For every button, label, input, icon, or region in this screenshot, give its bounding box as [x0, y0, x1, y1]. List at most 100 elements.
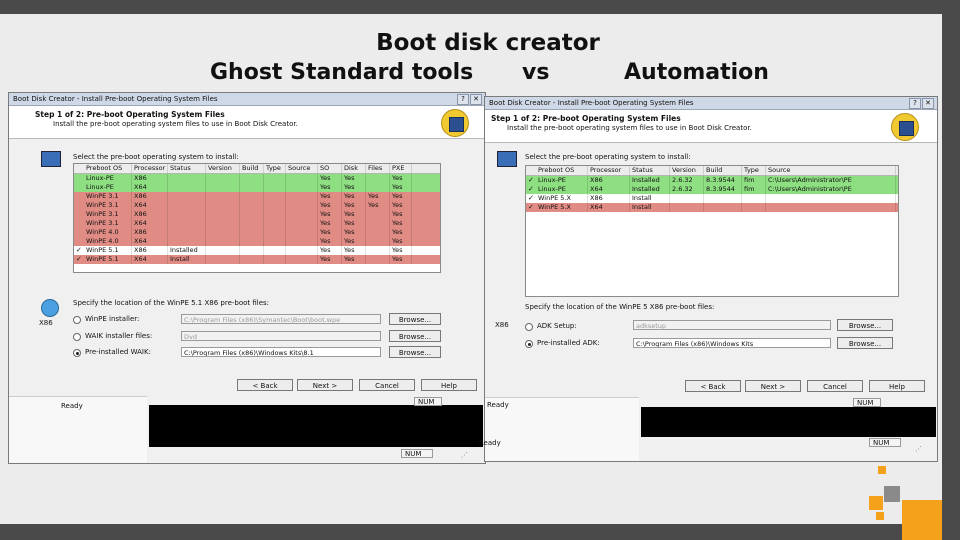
radio-winpe-installer[interactable] — [73, 316, 81, 324]
table-cell: X86 — [132, 246, 168, 255]
row-checkmark-icon[interactable]: ✓ — [528, 203, 534, 212]
column-header[interactable]: Files — [366, 164, 390, 173]
table-cell — [240, 237, 264, 246]
table-cell: Yes — [342, 255, 366, 264]
table-cell — [366, 255, 390, 264]
column-header[interactable]: Build — [240, 164, 264, 173]
table-cell — [286, 192, 318, 201]
browse-button-2[interactable]: Browse... — [389, 330, 441, 342]
radio-preinstalled-waik[interactable] — [73, 349, 81, 357]
table-cell — [206, 255, 240, 264]
wizard-header: Step 1 of 2: Pre-boot Operating System F… — [485, 110, 937, 143]
column-header[interactable]: Processor — [588, 166, 630, 175]
close-icon[interactable]: ✕ — [470, 94, 482, 105]
table-cell: Yes — [366, 201, 390, 210]
table-cell — [264, 219, 286, 228]
table-cell: Installed — [630, 185, 670, 194]
table-row[interactable]: WinPE 4.0 X86 Yes Yes Yes — [74, 228, 440, 237]
back-button[interactable]: < Back — [685, 380, 741, 392]
column-header[interactable]: Source — [286, 164, 318, 173]
table-cell — [286, 228, 318, 237]
table-row[interactable]: WinPE 3.1 X86 Yes Yes Yes — [74, 210, 440, 219]
help-button[interactable]: Help — [421, 379, 477, 391]
table-row[interactable]: ✓ WinPE 5.1 X64 Install Yes Yes Yes — [74, 255, 440, 264]
winpe-installer-field[interactable]: C:\Program Files (x86)\Symantec\Boot\boo… — [181, 314, 381, 324]
preboot-os-table[interactable]: Preboot OS Processor Status Version Build Typ… — [73, 163, 441, 273]
table-row[interactable]: WinPE 3.1 X64 Yes Yes Yes — [74, 219, 440, 228]
radio-waik-installer[interactable] — [73, 333, 81, 341]
column-header[interactable]: Preboot OS — [84, 164, 132, 173]
right-caption: Automation — [624, 60, 769, 85]
close-icon[interactable]: ✕ — [922, 98, 934, 109]
cancel-button[interactable]: Cancel — [359, 379, 415, 391]
waik-installer-field[interactable]: Dvd — [181, 331, 381, 341]
table-row[interactable]: Linux-PE X86 Yes Yes Yes — [74, 174, 440, 183]
windows-globe-icon — [41, 299, 59, 317]
table-row[interactable]: ✓ WinPE 5.X X86 Install — [526, 194, 898, 203]
preinstalled-waik-field[interactable]: C:\Program Files (x86)\Windows Kits\8.1 — [181, 347, 381, 357]
table-cell — [286, 255, 318, 264]
column-header[interactable]: Preboot OS — [536, 166, 588, 175]
adk-setup-field[interactable]: adksetup — [633, 320, 831, 330]
help-icon[interactable]: ? — [909, 98, 921, 109]
table-cell — [286, 219, 318, 228]
column-header[interactable]: PXE — [390, 164, 412, 173]
browse-button-2[interactable]: Browse... — [837, 337, 893, 349]
table-cell: Yes — [390, 174, 412, 183]
table-row[interactable]: WinPE 4.0 X64 Yes Yes Yes — [74, 237, 440, 246]
column-header[interactable]: SO — [318, 164, 342, 173]
table-cell: Install — [168, 255, 206, 264]
preboot-os-table[interactable]: Preboot OS Processor Status Version Build Typ… — [525, 165, 899, 297]
help-button[interactable]: Help — [869, 380, 925, 392]
row-checkmark-icon[interactable]: ✓ — [76, 246, 82, 255]
table-row[interactable]: ✓ WinPE 5.1 X86 Installed Yes Yes Yes — [74, 246, 440, 255]
row-checkmark-icon[interactable]: ✓ — [528, 176, 534, 185]
table-row[interactable]: WinPE 3.1 X86 Yes Yes Yes Yes — [74, 192, 440, 201]
column-header[interactable]: Status — [168, 164, 206, 173]
column-header[interactable]: Processor — [132, 164, 168, 173]
column-header[interactable]: Version — [206, 164, 240, 173]
table-cell: X64 — [588, 203, 630, 212]
table-cell: X86 — [588, 176, 630, 185]
column-header[interactable]: Status — [630, 166, 670, 175]
browse-button-3[interactable]: Browse... — [389, 346, 441, 358]
table-cell: X64 — [132, 201, 168, 210]
resize-grip-icon[interactable]: ⋰ — [461, 451, 468, 459]
row-checkmark-icon[interactable]: ✓ — [528, 185, 534, 194]
radio-adk-setup[interactable] — [525, 323, 533, 331]
preinstalled-adk-label: Pre-installed ADK: — [537, 339, 600, 347]
row-checkmark-icon[interactable]: ✓ — [76, 255, 82, 264]
resize-grip-icon[interactable]: ⋰ — [915, 445, 922, 453]
table-cell — [240, 174, 264, 183]
cancel-button[interactable]: Cancel — [807, 380, 863, 392]
table-cell — [168, 237, 206, 246]
column-header[interactable]: Disk — [342, 164, 366, 173]
browse-button-1[interactable]: Browse... — [389, 313, 441, 325]
column-header[interactable]: Version — [670, 166, 704, 175]
table-cell: WinPE 5.1 — [84, 246, 132, 255]
table-cell: WinPE 3.1 — [84, 192, 132, 201]
radio-preinstalled-adk[interactable] — [525, 340, 533, 348]
browse-button-1[interactable]: Browse... — [837, 319, 893, 331]
table-cell: WinPE 3.1 — [84, 201, 132, 210]
window-titlebar: Boot Disk Creator - Install Pre-boot Ope… — [485, 97, 937, 110]
table-cell: C:\Users\Administrator\PE — [766, 176, 896, 185]
next-button[interactable]: Next > — [745, 380, 801, 392]
help-icon[interactable]: ? — [457, 94, 469, 105]
preinstalled-adk-field[interactable]: C:\Program Files (x86)\Windows Kits — [633, 338, 831, 348]
column-header[interactable]: Build — [704, 166, 742, 175]
column-header[interactable]: Type — [264, 164, 286, 173]
table-row[interactable]: ✓ Linux-PE X64 Installed 2.6.32 8.3.9544 fim C:… — [526, 185, 898, 194]
column-header[interactable]: Type — [742, 166, 766, 175]
next-button[interactable]: Next > — [297, 379, 353, 391]
table-cell: Yes — [390, 192, 412, 201]
table-row[interactable]: ✓ Linux-PE X86 Installed 2.6.32 8.3.9544 fim C:… — [526, 176, 898, 185]
table-row[interactable]: Linux-PE X64 Yes Yes Yes — [74, 183, 440, 192]
row-checkmark-icon[interactable]: ✓ — [528, 194, 534, 203]
table-row[interactable]: ✓ WinPE 5.X X64 Install — [526, 203, 898, 212]
accent-square-large — [902, 500, 942, 540]
back-button[interactable]: < Back — [237, 379, 293, 391]
table-row[interactable]: WinPE 3.1 X64 Yes Yes Yes Yes — [74, 201, 440, 210]
winpe-installer-label: WinPE installer: — [85, 315, 140, 323]
column-header[interactable]: Source — [766, 166, 896, 175]
